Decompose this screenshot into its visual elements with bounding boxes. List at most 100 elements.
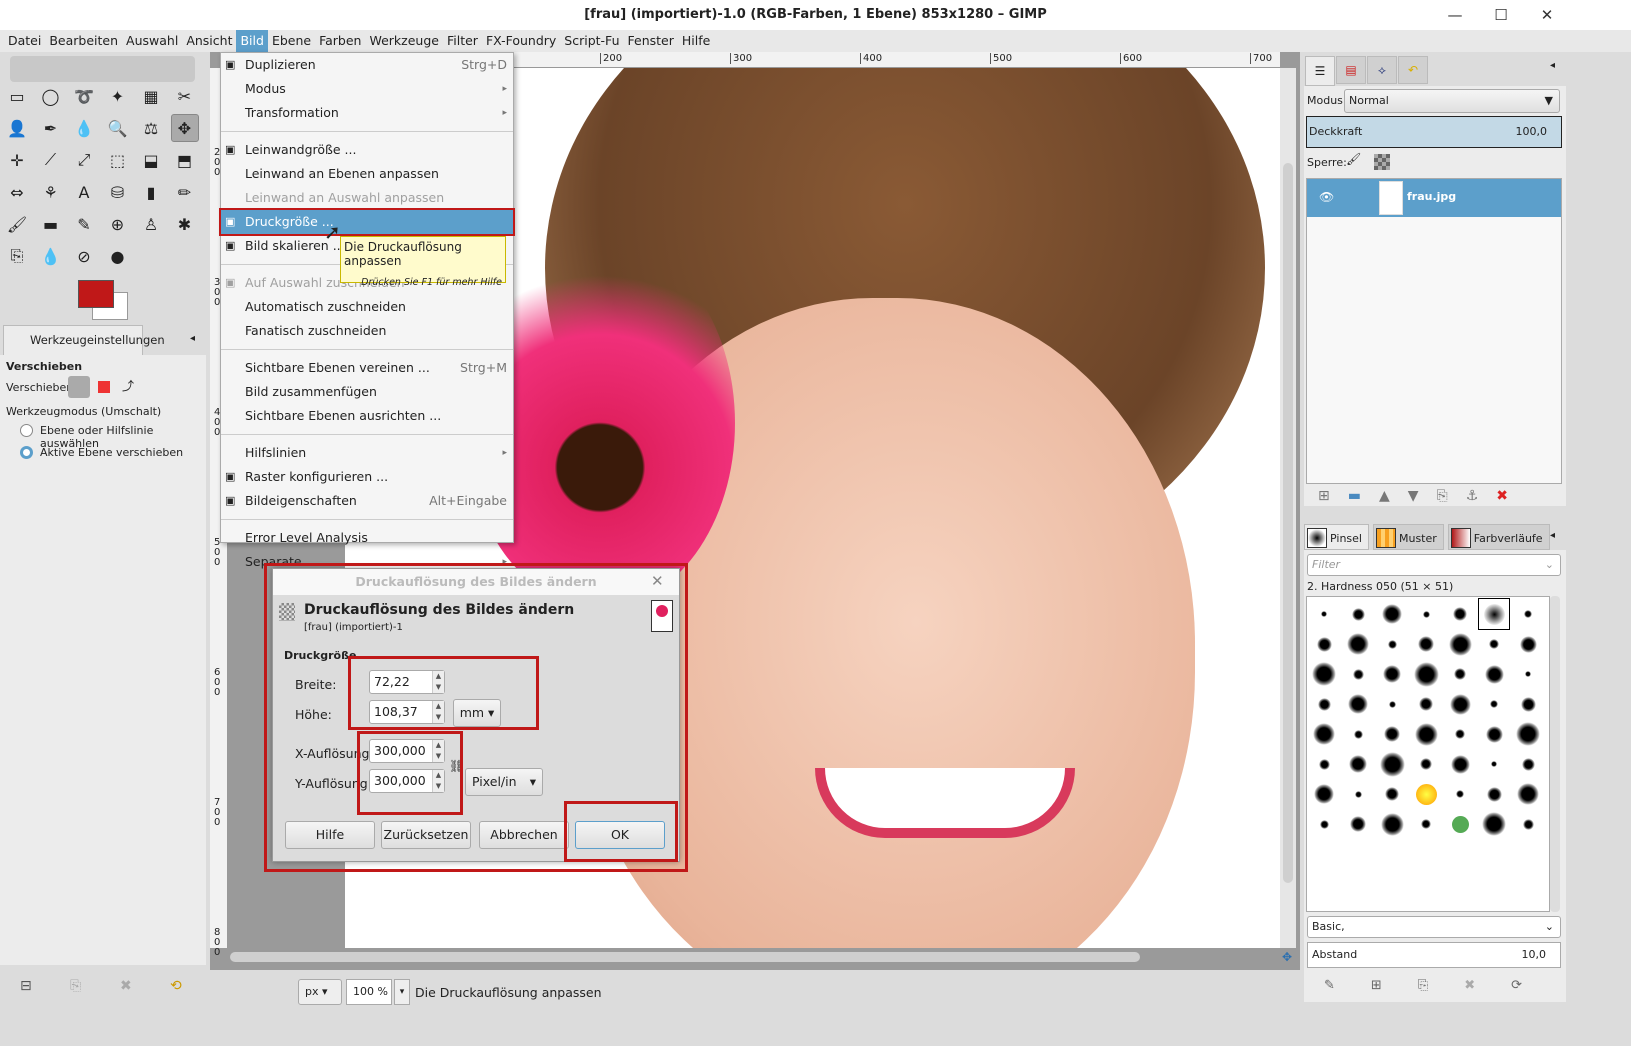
lower-layer-icon[interactable]: ▼ xyxy=(1408,488,1419,504)
menu-item[interactable]: Leinwand an Ebenen anpassen xyxy=(221,162,513,186)
menu-item[interactable]: ▣ Raster konfigurieren ... xyxy=(221,465,513,489)
menu-item[interactable]: ▣ Druckgröße ... xyxy=(219,208,515,236)
tool-2-icon[interactable]: ➰ xyxy=(70,82,98,110)
tab-undo[interactable]: ↶ xyxy=(1398,56,1428,84)
tool-31-icon[interactable]: 💧 xyxy=(37,242,65,270)
brush-preview[interactable] xyxy=(1343,809,1373,839)
tool-4-icon[interactable]: ▦ xyxy=(137,82,165,110)
tool-12-icon[interactable]: ✛ xyxy=(3,146,31,174)
brush-preview[interactable] xyxy=(1445,629,1475,659)
menu-item[interactable]: ▣ Bildeigenschaften Alt+Eingabe xyxy=(221,489,513,513)
brush-preview[interactable] xyxy=(1513,749,1543,779)
brush-preview[interactable] xyxy=(1513,689,1543,719)
edit-brush-icon[interactable]: ✎ xyxy=(1324,978,1335,993)
brush-preset-select[interactable]: Basic, ⌄ xyxy=(1307,916,1561,938)
move-path-icon[interactable]: ⤴ xyxy=(122,377,134,394)
menu-filter[interactable]: Filter xyxy=(443,30,482,52)
brush-preview[interactable] xyxy=(1343,689,1373,719)
menu-auswahl[interactable]: Auswahl xyxy=(122,30,182,52)
spacing-slider[interactable]: Abstand 10,0 xyxy=(1307,942,1561,968)
brush-preview[interactable] xyxy=(1479,629,1509,659)
brush-scrollbar[interactable] xyxy=(1550,596,1560,912)
brush-preview[interactable] xyxy=(1309,599,1339,629)
tool-3-icon[interactable]: ✦ xyxy=(104,82,132,110)
close-button[interactable]: ✕ xyxy=(1524,0,1570,30)
tool-18-icon[interactable]: ⇔ xyxy=(3,178,31,206)
menu-fenster[interactable]: Fenster xyxy=(624,30,678,52)
tool-29-icon[interactable]: ✱ xyxy=(171,210,199,238)
tab-pinsel[interactable]: Pinsel xyxy=(1304,524,1369,550)
brush-preview[interactable] xyxy=(1513,719,1543,749)
tool-21-icon[interactable]: ⛁ xyxy=(104,178,132,206)
brush-preview[interactable] xyxy=(1513,659,1543,689)
radio-pick-layer[interactable] xyxy=(20,424,33,437)
menu-hilfe[interactable]: Hilfe xyxy=(678,30,714,52)
brush-preview[interactable] xyxy=(1513,809,1543,839)
brush-preview[interactable] xyxy=(1309,809,1339,839)
tool-20-icon[interactable]: A xyxy=(70,178,98,206)
tool-30-icon[interactable]: ⎘ xyxy=(3,242,31,270)
tool-28-icon[interactable]: ♙ xyxy=(137,210,165,238)
brush-preview[interactable] xyxy=(1309,779,1339,809)
duplicate-layer-icon[interactable]: ⎘ xyxy=(1437,488,1448,504)
menu-item[interactable]: Hilfslinien ▸ xyxy=(221,441,513,465)
tool-22-icon[interactable]: ▮ xyxy=(137,178,165,206)
brush-preview[interactable] xyxy=(1309,689,1339,719)
brush-preview[interactable] xyxy=(1343,629,1373,659)
brush-preview[interactable] xyxy=(1513,629,1543,659)
brush-preview[interactable] xyxy=(1445,719,1475,749)
brush-preview[interactable] xyxy=(1411,809,1441,839)
lock-pixels-icon[interactable]: 🖌 xyxy=(1346,152,1361,166)
brush-preview[interactable] xyxy=(1309,749,1339,779)
panel-menu-icon[interactable]: ◂ xyxy=(1550,530,1555,541)
menu-datei[interactable]: Datei xyxy=(4,30,45,52)
tool-7-icon[interactable]: ✒ xyxy=(37,114,65,142)
anchor-icon[interactable]: ⚓ xyxy=(1466,488,1479,504)
tool-13-icon[interactable]: ⟋ xyxy=(37,146,65,174)
tool-25-icon[interactable]: ▬ xyxy=(37,210,65,238)
brush-preview[interactable] xyxy=(1411,749,1441,779)
delete-options-icon[interactable]: ✖ xyxy=(120,978,132,994)
brush-preview[interactable] xyxy=(1479,719,1509,749)
menu-item[interactable]: Automatisch zuschneiden xyxy=(221,295,513,319)
brush-preview[interactable] xyxy=(1479,749,1509,779)
brush-preview[interactable] xyxy=(1377,629,1407,659)
radio-move-active[interactable] xyxy=(20,446,33,459)
move-selection-icon[interactable] xyxy=(98,381,110,393)
tab-paths[interactable]: ⟡ xyxy=(1367,56,1397,84)
brush-preview[interactable] xyxy=(1411,689,1441,719)
tool-16-icon[interactable]: ⬓ xyxy=(137,146,165,174)
menu-item[interactable]: Error Level Analysis xyxy=(221,526,513,550)
tool-15-icon[interactable]: ⬚ xyxy=(104,146,132,174)
menu-script-fu[interactable]: Script-Fu xyxy=(560,30,623,52)
save-options-icon[interactable]: ⎘ xyxy=(70,978,81,994)
brush-preview[interactable] xyxy=(1479,659,1509,689)
maximize-button[interactable]: ☐ xyxy=(1478,0,1524,30)
reset-icon[interactable]: ⊟ xyxy=(20,978,32,994)
brush-preview[interactable] xyxy=(1411,599,1441,629)
tool-14-icon[interactable]: ⤢ xyxy=(70,146,98,174)
brush-preview[interactable] xyxy=(1377,719,1407,749)
new-brush-icon[interactable]: ⊞ xyxy=(1371,978,1382,993)
tool-10-icon[interactable]: ⚖ xyxy=(137,114,165,142)
new-layer-icon[interactable]: ⊞ xyxy=(1318,488,1330,504)
raise-layer-icon[interactable]: ▲ xyxy=(1379,488,1390,504)
brush-preview[interactable] xyxy=(1445,779,1475,809)
brush-preview[interactable] xyxy=(1479,779,1509,809)
zoom-input[interactable]: 100 % xyxy=(346,979,392,1005)
tool-23-icon[interactable]: ✏ xyxy=(171,178,199,206)
lock-alpha-icon[interactable] xyxy=(1374,154,1390,170)
refresh-brushes-icon[interactable]: ⟳ xyxy=(1511,978,1522,993)
menu-bild[interactable]: Bild xyxy=(236,30,268,52)
brush-preview[interactable] xyxy=(1478,598,1510,630)
tab-muster[interactable]: Muster xyxy=(1372,524,1444,550)
mode-select[interactable]: Normal ▼ xyxy=(1344,89,1560,113)
tool-5-icon[interactable]: ✂ xyxy=(171,82,199,110)
restore-options-icon[interactable]: ⟲ xyxy=(170,978,182,994)
horizontal-scrollbar[interactable] xyxy=(230,952,1140,962)
menu-farben[interactable]: Farben xyxy=(315,30,365,52)
unit-select[interactable]: px ▾ xyxy=(298,979,342,1005)
tool-27-icon[interactable]: ⊕ xyxy=(104,210,132,238)
brush-preview[interactable] xyxy=(1377,599,1407,629)
menu-item[interactable]: Sichtbare Ebenen ausrichten ... xyxy=(221,404,513,428)
